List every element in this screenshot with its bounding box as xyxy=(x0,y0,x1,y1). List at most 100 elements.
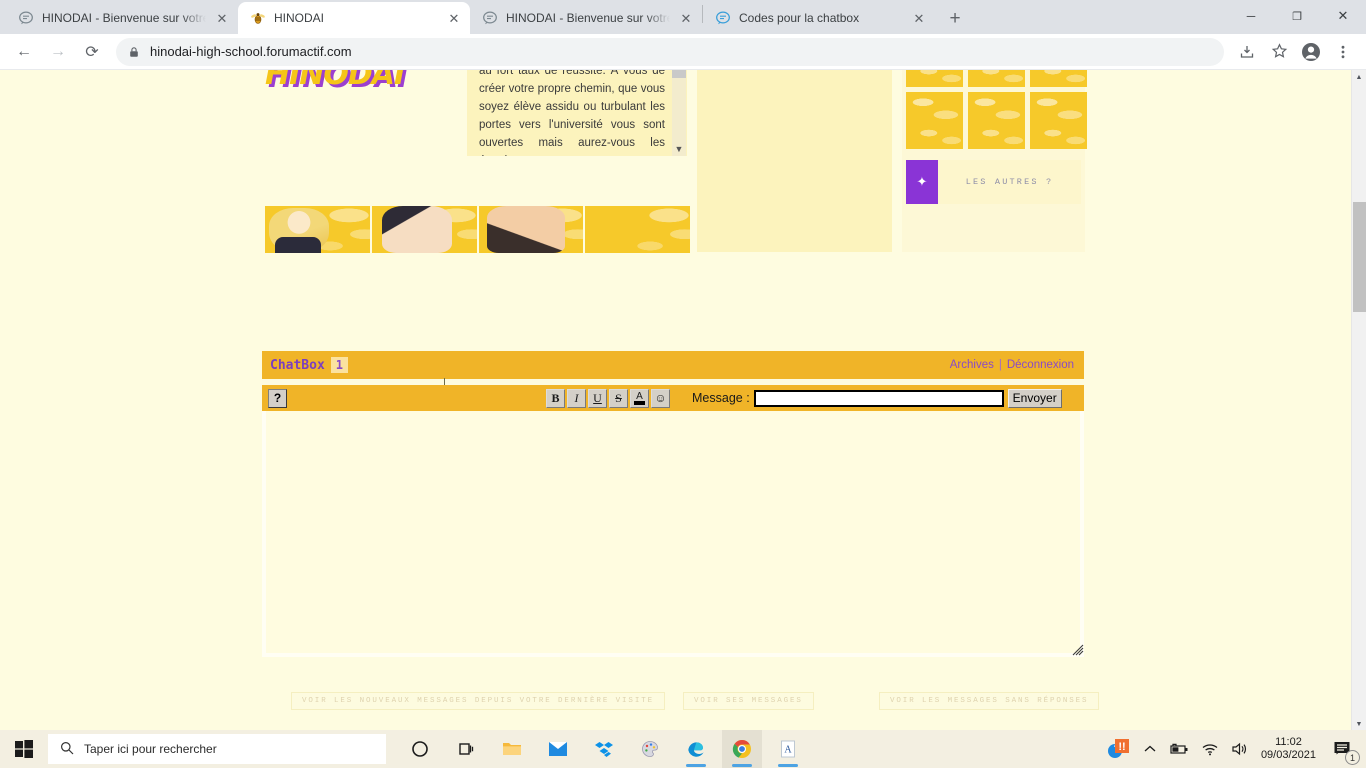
bee-icon xyxy=(250,10,266,26)
intro-description-scrollbar[interactable]: ▼ xyxy=(672,70,686,156)
clock-date: 09/03/2021 xyxy=(1260,749,1316,761)
new-messages-button[interactable]: VOIR LES NOUVEAUX MESSAGES DEPUIS VOTRE … xyxy=(291,692,666,710)
unanswered-messages-button[interactable]: VOIR LES MESSAGES SANS RÉPONSES xyxy=(879,692,1100,710)
own-messages-button[interactable]: VOIR SES MESSAGES xyxy=(683,692,814,710)
back-button[interactable]: ← xyxy=(8,36,40,68)
new-tab-button[interactable]: + xyxy=(941,4,969,32)
show-hidden-icons-chevron[interactable] xyxy=(1143,742,1157,756)
strike-label: S xyxy=(615,391,622,405)
bookmark-star-icon[interactable] xyxy=(1264,37,1294,67)
tab-title: Codes pour la chatbox xyxy=(739,11,860,25)
wifi-icon[interactable] xyxy=(1201,742,1219,756)
font-color-button[interactable]: A xyxy=(630,388,649,408)
volume-icon[interactable] xyxy=(1231,742,1249,756)
close-icon[interactable]: ✕ xyxy=(446,10,462,26)
notification-count: 1 xyxy=(1345,750,1360,765)
archives-link[interactable]: Archives xyxy=(950,359,994,371)
reload-button[interactable]: ⟳ xyxy=(76,36,108,68)
address-bar[interactable]: hinodai-high-school.forumactif.com xyxy=(116,37,1224,66)
character-thumbnail[interactable] xyxy=(371,206,477,253)
intro-description-text: scolaire du système japonais pour ne pas… xyxy=(479,70,665,156)
character-thumbnail[interactable] xyxy=(478,206,584,253)
install-app-icon[interactable] xyxy=(1232,37,1262,67)
task-view-icon[interactable] xyxy=(446,730,486,768)
underline-button[interactable]: U xyxy=(588,388,607,408)
chatbox-resize-handle[interactable] xyxy=(1069,643,1085,657)
italic-button[interactable]: I xyxy=(567,388,586,408)
message-compose-area: Message : Envoyer xyxy=(692,388,1062,408)
message-label: Message : xyxy=(692,391,750,405)
browser-tab-4[interactable]: Codes pour la chatbox ✕ xyxy=(703,2,935,34)
star-icon: ✦ xyxy=(906,160,938,204)
member-avatar[interactable] xyxy=(1030,70,1087,87)
member-avatar[interactable] xyxy=(968,70,1025,87)
tab-title: HINODAI xyxy=(274,11,325,25)
page-scrollbar[interactable]: ▲ ▼ xyxy=(1351,70,1366,732)
close-icon[interactable]: ✕ xyxy=(678,10,694,26)
tab-strip: HINODAI - Bienvenue sur votre p ✕ HINODA… xyxy=(0,0,1366,34)
close-icon[interactable]: ✕ xyxy=(214,10,230,26)
intro-description-box: scolaire du système japonais pour ne pas… xyxy=(467,70,687,156)
member-avatar[interactable] xyxy=(906,92,963,149)
browser-menu-icon[interactable] xyxy=(1328,37,1358,67)
underline-label: U xyxy=(593,391,602,405)
mail-icon[interactable] xyxy=(538,730,578,768)
font-color-label: A xyxy=(636,391,643,402)
start-button[interactable] xyxy=(0,730,48,768)
member-avatar-grid xyxy=(906,70,1087,149)
member-avatar[interactable] xyxy=(906,70,963,87)
les-autres-button[interactable]: ✦ LES AUTRES ? xyxy=(906,160,1081,204)
forward-button[interactable]: → xyxy=(42,36,74,68)
clock-time: 11:02 xyxy=(1275,736,1302,748)
warning-notification-icon[interactable]: !! xyxy=(1107,738,1131,760)
word-icon[interactable]: A xyxy=(768,730,808,768)
search-placeholder-text: Taper ici pour rechercher xyxy=(84,742,217,756)
svg-text:A: A xyxy=(784,745,792,756)
character-thumbnails xyxy=(265,206,690,254)
window-maximize-button[interactable]: ❐ xyxy=(1274,0,1320,32)
help-button[interactable]: ? xyxy=(268,388,287,408)
browser-tab-2-active[interactable]: HINODAI ✕ xyxy=(238,2,470,34)
chat-bubble-icon xyxy=(482,10,498,26)
edge-icon[interactable] xyxy=(676,730,716,768)
chatbox-widget: ChatBox 1 Archives | Déconnexion ? B I U… xyxy=(262,351,1084,657)
strikethrough-button[interactable]: S xyxy=(609,388,628,408)
lock-icon xyxy=(128,46,140,58)
character-thumbnail[interactable] xyxy=(265,206,370,253)
top-panels-row: scolaire du système japonais pour ne pas… xyxy=(265,70,1087,254)
chrome-icon[interactable] xyxy=(722,730,762,768)
browser-tab-3[interactable]: HINODAI - Bienvenue sur votre p ✕ xyxy=(470,2,702,34)
scroll-up-icon[interactable]: ▲ xyxy=(1352,70,1366,85)
forum-page: HINODAI scolaire du système japonais pou… xyxy=(0,70,1351,732)
svg-text:!!: !! xyxy=(1118,741,1125,753)
scrollbar-thumb[interactable] xyxy=(672,70,686,78)
taskbar-clock[interactable]: 11:02 09/03/2021 xyxy=(1261,736,1316,762)
dropbox-icon[interactable] xyxy=(584,730,624,768)
profile-avatar-icon[interactable] xyxy=(1296,37,1326,67)
cortana-icon[interactable] xyxy=(400,730,440,768)
chevron-down-icon[interactable]: ▼ xyxy=(672,144,686,154)
taskbar-search-box[interactable]: Taper ici pour rechercher xyxy=(48,734,386,764)
send-button[interactable]: Envoyer xyxy=(1007,388,1062,408)
member-avatar[interactable] xyxy=(968,92,1025,149)
smiley-button[interactable]: ☺ xyxy=(651,388,670,408)
action-center-button[interactable]: 1 xyxy=(1328,734,1360,765)
browser-toolbar: ← → ⟳ hinodai-high-school.forumactif.com xyxy=(0,34,1366,70)
logout-link[interactable]: Déconnexion xyxy=(1007,359,1074,371)
bold-label: B xyxy=(551,391,560,405)
scrollbar-thumb[interactable] xyxy=(1353,202,1366,312)
search-icon xyxy=(60,741,74,758)
window-close-button[interactable]: ✕ xyxy=(1320,0,1366,32)
close-icon[interactable]: ✕ xyxy=(911,10,927,26)
paint-icon[interactable] xyxy=(630,730,670,768)
character-thumbnail[interactable] xyxy=(585,206,690,253)
file-explorer-icon[interactable] xyxy=(492,730,532,768)
chatbox-message-list[interactable] xyxy=(262,411,1084,657)
bold-button[interactable]: B xyxy=(546,388,565,408)
member-avatar[interactable] xyxy=(1030,92,1087,149)
window-minimize-button[interactable]: ─ xyxy=(1228,0,1274,32)
format-button-group: B I U S A ☺ xyxy=(546,388,670,408)
browser-tab-1[interactable]: HINODAI - Bienvenue sur votre p ✕ xyxy=(6,2,238,34)
message-input[interactable] xyxy=(753,389,1004,407)
battery-icon[interactable] xyxy=(1169,742,1189,756)
